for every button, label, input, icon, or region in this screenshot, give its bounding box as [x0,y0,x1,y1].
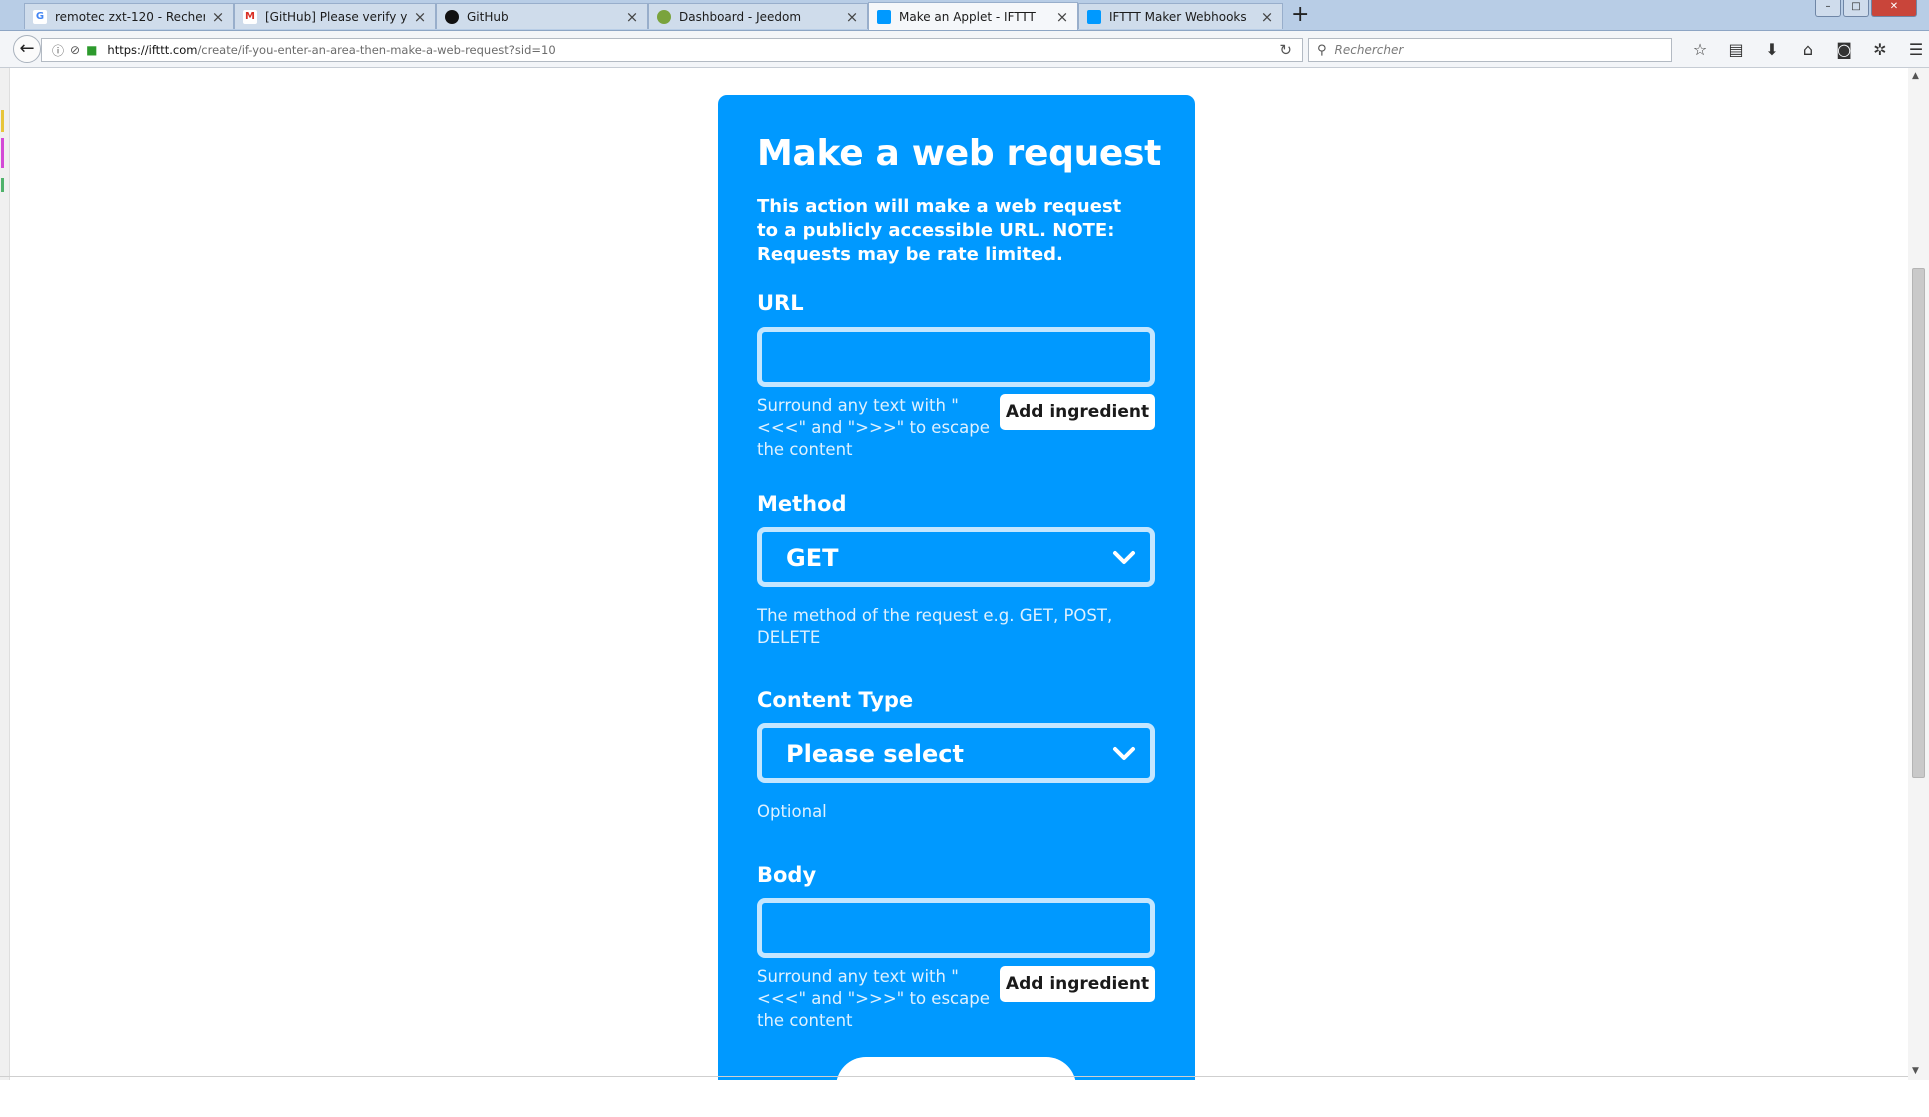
body-help-text: Surround any text with "<<<" and ">>>" t… [757,967,990,1030]
tab-make-an-applet[interactable]: Make an Applet - IFTTT × [868,2,1078,30]
jeedom-icon [657,9,671,24]
browser-nav-bar: ← ⓘ ⊘ ■ https://ifttt.com/create/if-you-… [0,31,1929,68]
close-icon[interactable]: × [845,8,859,26]
menu-icon[interactable]: ☰ [1898,38,1929,62]
bookmark-star-icon[interactable]: ☆ [1682,38,1718,62]
body-label: Body [757,863,817,887]
url-help-text: Surround any text with "<<<" and ">>>" t… [757,396,990,459]
close-icon[interactable]: × [1260,8,1274,26]
body-input[interactable] [757,898,1155,958]
ifttt-icon [1087,9,1101,24]
content-type-help-text: Optional [757,802,827,821]
page-title: Make a web request [757,133,1162,174]
ifttt-icon [877,9,891,24]
url-host: https://ifttt.com [107,43,198,57]
action-description: This action will make a web request to a… [757,196,1122,265]
window-close-icon[interactable]: ✕ [1871,0,1917,17]
left-edge-strip [0,68,10,1080]
maximize-icon[interactable]: □ [1843,0,1869,17]
url-label: URL [757,291,804,315]
toolbar-icons: ☆ ▤ ⬇ ⌂ ◙ ✲ ☰ [1682,38,1929,62]
search-icon: ⚲ [1317,42,1327,58]
tab-title: Make an Applet - IFTTT [899,9,1036,24]
page-scrollbar[interactable]: ▲ ▼ [1908,68,1929,1080]
search-input[interactable]: ⚲ Rechercher [1308,38,1672,62]
close-icon[interactable]: × [1055,8,1069,26]
tab-github[interactable]: GitHub × [436,3,648,29]
download-icon[interactable]: ⬇ [1754,38,1790,62]
extension-icon[interactable]: ✲ [1862,38,1898,62]
method-help-text: The method of the request e.g. GET, POST… [757,606,1113,647]
scrollbar-thumb[interactable] [1912,268,1925,778]
tab-ifttt-webhooks[interactable]: IFTTT Maker Webhooks × [1078,3,1283,29]
address-bar[interactable]: ⓘ ⊘ ■ https://ifttt.com/create/if-you-en… [41,38,1303,62]
close-icon[interactable]: × [413,8,427,26]
search-placeholder: Rechercher [1334,43,1404,57]
reading-list-icon[interactable]: ▤ [1718,38,1754,62]
close-icon[interactable]: × [211,8,225,26]
close-icon[interactable]: × [625,8,639,26]
chevron-down-icon [1113,747,1135,760]
info-icon[interactable]: ⓘ [52,42,64,59]
url-path: /create/if-you-enter-an-area-then-make-a… [197,43,556,57]
tab-title: IFTTT Maker Webhooks [1109,9,1247,24]
method-select[interactable]: GET [757,527,1155,587]
minimize-icon[interactable]: – [1815,0,1841,17]
window-controls: – □ ✕ [1815,0,1917,17]
lock-icon[interactable]: ■ [86,43,97,57]
tracking-protection-icon[interactable]: ⊘ [70,43,80,57]
web-request-card: Make a web request This action will make… [718,95,1195,1117]
method-label: Method [757,492,847,516]
browser-tab-bar: G remotec zxt-120 - Recherche × M [GitHu… [0,0,1929,31]
tab-title: Dashboard - Jeedom [679,9,802,24]
new-tab-button[interactable]: + [1291,4,1309,26]
tab-title: remotec zxt-120 - Recherche [55,9,205,24]
github-icon [445,9,459,24]
url-add-ingredient-button[interactable]: Add ingredient [1000,394,1155,430]
content-type-label: Content Type [757,688,914,712]
scroll-down-icon[interactable]: ▼ [1912,1066,1919,1076]
url-text[interactable]: https://ifttt.com/create/if-you-enter-an… [107,43,555,57]
method-selected-value: GET [786,544,839,572]
reload-icon[interactable]: ↻ [1279,41,1292,59]
url-input[interactable] [757,327,1155,387]
chevron-down-icon [1113,551,1135,564]
tab-remotec-search[interactable]: G remotec zxt-120 - Recherche × [24,3,234,29]
scroll-up-icon[interactable]: ▲ [1912,71,1919,81]
content-type-select[interactable]: Please select [757,723,1155,783]
home-icon[interactable]: ⌂ [1790,38,1826,62]
gmail-icon: M [243,9,257,24]
tab-title: [GitHub] Please verify your e [265,9,407,24]
page-bottom-divider [0,1076,1908,1077]
create-action-button[interactable] [836,1057,1076,1117]
pocket-icon[interactable]: ◙ [1826,38,1862,62]
content-type-selected-value: Please select [786,740,964,768]
tab-jeedom-dashboard[interactable]: Dashboard - Jeedom × [648,3,868,29]
body-add-ingredient-button[interactable]: Add ingredient [1000,966,1155,1002]
tab-github-verify[interactable]: M [GitHub] Please verify your e × [234,3,436,29]
tab-title: GitHub [467,9,509,24]
google-icon: G [33,9,47,24]
back-button[interactable]: ← [13,35,41,63]
